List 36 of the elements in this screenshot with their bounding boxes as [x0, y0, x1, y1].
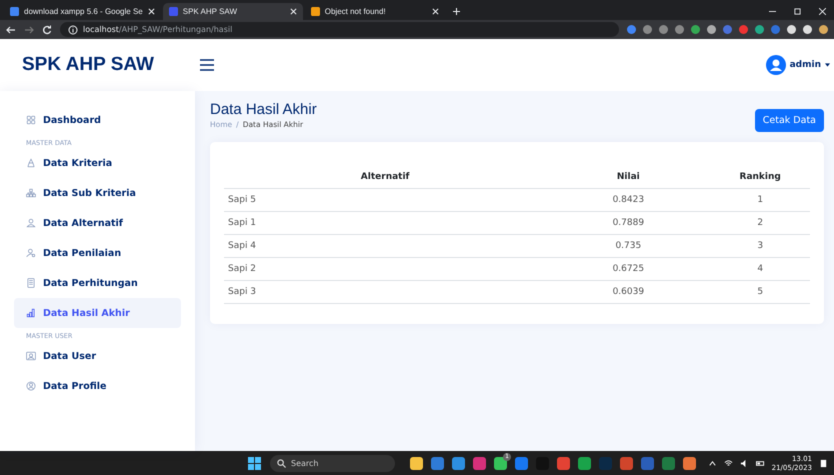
browser-tab[interactable]: Object not found! [304, 3, 445, 20]
sidebar-item[interactable]: Data Profile [14, 371, 181, 401]
sidebar-item[interactable]: Data Sub Kriteria [14, 178, 181, 208]
table-cell: Sapi 2 [224, 258, 546, 280]
sidebar-item[interactable]: Data Perhitungan [14, 268, 181, 298]
browser-tab[interactable]: download xampp 5.6 - Google Se [4, 3, 161, 20]
user-menu[interactable]: admin [790, 60, 821, 70]
column-header: Alternatif [224, 166, 546, 188]
table-cell: Sapi 3 [224, 280, 546, 304]
page-title: Data Hasil Akhir [210, 101, 317, 118]
table-cell: 4 [710, 258, 810, 280]
table-cell: Sapi 5 [224, 188, 546, 212]
sidebar-item[interactable]: Data Penilaian [14, 238, 181, 268]
table-cell: 0.7889 [546, 212, 710, 234]
taskbar-search[interactable]: Search [270, 455, 395, 472]
print-button[interactable]: Cetak Data [754, 109, 824, 132]
column-header: Ranking [710, 166, 810, 188]
browser-tab[interactable]: SPK AHP SAW [162, 3, 303, 20]
table-cell: 0.735 [546, 234, 710, 258]
sidebar-item[interactable]: Data Hasil Akhir [14, 298, 181, 328]
table-cell: 5 [710, 280, 810, 304]
table-cell: Sapi 4 [224, 234, 546, 258]
table-cell: 0.6039 [546, 280, 710, 304]
table-cell: 1 [710, 188, 810, 212]
table-cell: Sapi 1 [224, 212, 546, 234]
address-bar[interactable]: localhost/AHP_SAW/Perhitungan/hasil [60, 22, 619, 37]
sidebar-item[interactable]: Data Alternatif [14, 208, 181, 238]
column-header: Nilai [546, 166, 710, 188]
sidebar-item[interactable]: Dashboard [14, 105, 181, 135]
table-cell: 3 [710, 234, 810, 258]
app-logo[interactable]: SPK AHP SAW [0, 54, 195, 76]
sidebar-item[interactable]: Data Kriteria [14, 148, 181, 178]
table-cell: 0.6725 [546, 258, 710, 280]
table-cell: 0.8423 [546, 188, 710, 212]
table-cell: 2 [710, 212, 810, 234]
sidebar-item[interactable]: Data User [14, 341, 181, 371]
